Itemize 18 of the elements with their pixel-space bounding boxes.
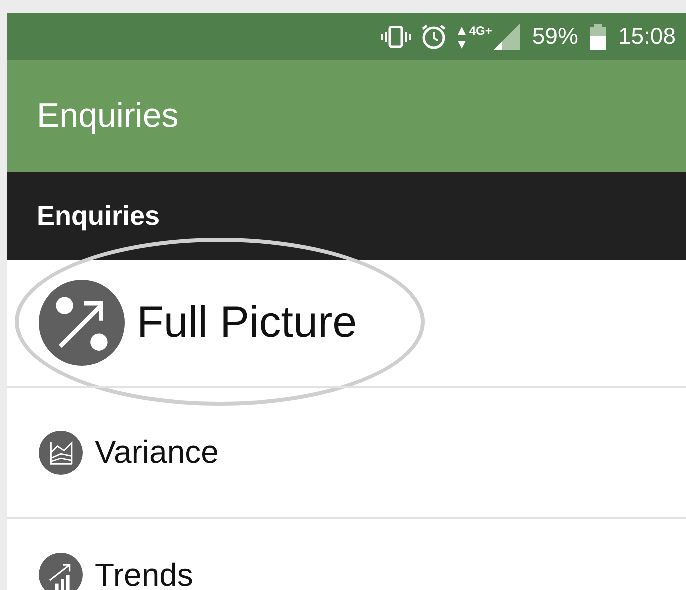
section-title: Enquiries <box>37 200 160 232</box>
item-label: Full Picture <box>137 298 358 348</box>
menu-item[interactable]: Full Picture <box>7 260 686 388</box>
data-arrows-icon <box>457 26 468 50</box>
menu-item[interactable]: Variance <box>7 388 686 519</box>
alarm-icon <box>421 24 448 50</box>
item-label: Trends <box>95 559 194 590</box>
signal-icon <box>494 24 520 50</box>
app-title: Enquiries <box>37 96 179 136</box>
arrow-dots-icon <box>39 280 125 366</box>
clock-time: 15:08 <box>618 23 676 50</box>
item-label: Variance <box>95 434 219 471</box>
vibrate-icon <box>381 26 412 48</box>
network-type: 4G+ <box>469 24 492 38</box>
menu-item[interactable]: Trends <box>7 519 686 590</box>
area-chart-icon <box>39 430 83 474</box>
battery-icon <box>590 24 606 50</box>
battery-percent: 59% <box>532 23 578 50</box>
